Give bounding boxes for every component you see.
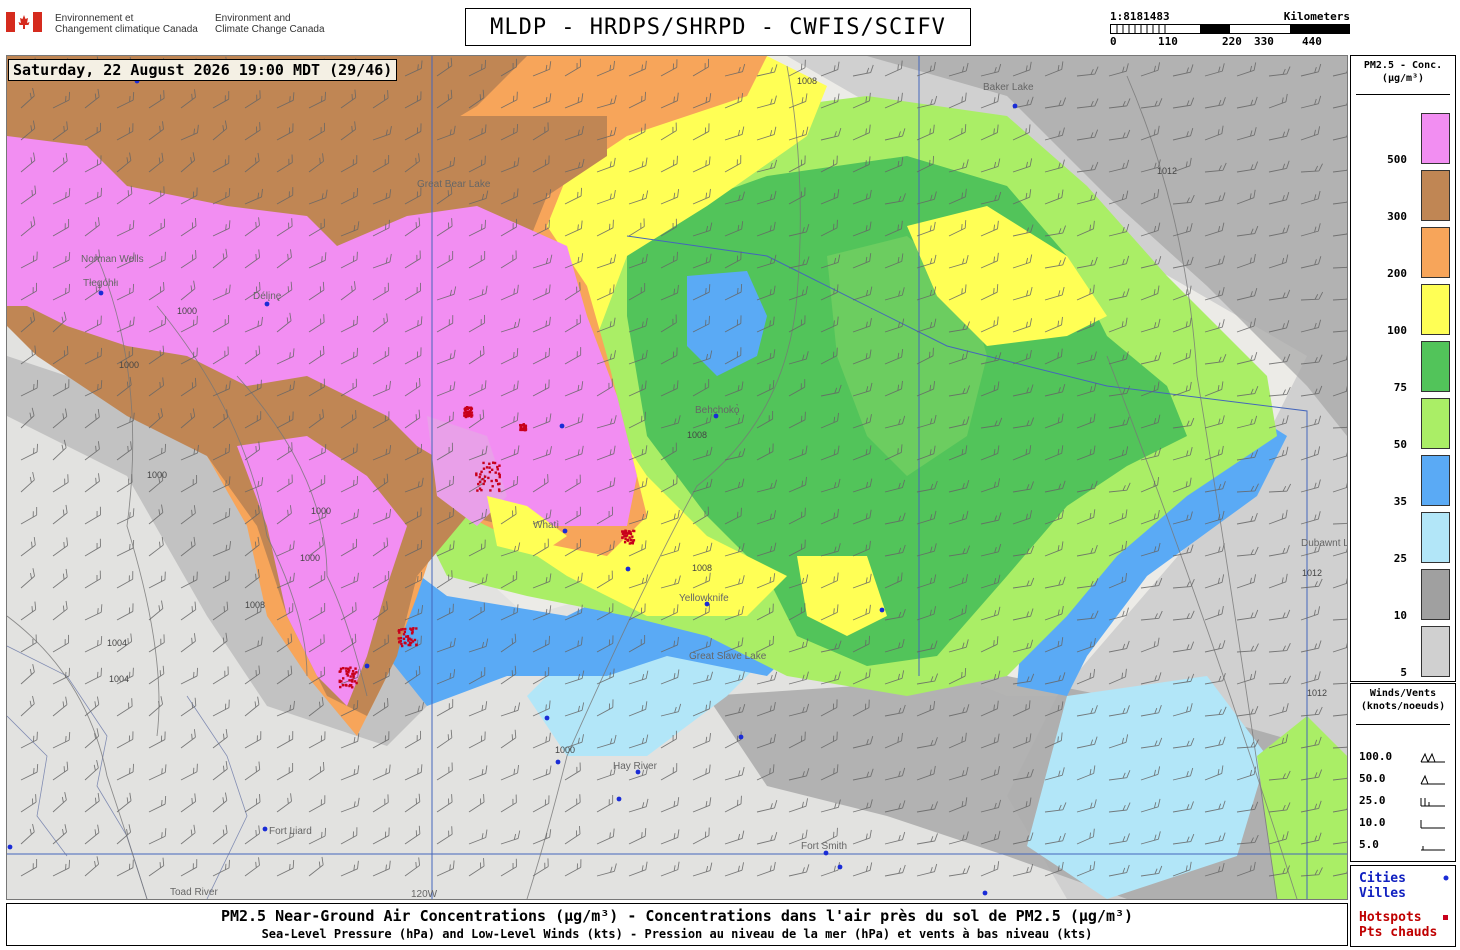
place-label-toad-river: Toad River [170, 887, 218, 898]
winds-legend-title: Winds/Vents (knots/noeuds) [1351, 687, 1455, 713]
winds-title-line2: (knots/noeuds) [1360, 701, 1446, 712]
wind-barb-5-icon [1421, 846, 1445, 851]
legend-title-line1: PM2.5 - Conc. [1363, 60, 1443, 71]
wind-speed-label: 5.0 [1359, 838, 1379, 851]
scale-tick: 330 [1254, 35, 1274, 48]
agency-fr-line1: Environnement et [55, 13, 134, 24]
legend-swatch [1421, 398, 1450, 449]
place-label-fort-smith: Fort Smith [801, 841, 847, 852]
cities-label-fr: Villes [1359, 886, 1406, 901]
hotspots-label-en: Hotspots [1359, 910, 1422, 925]
map-view[interactable]: 1000 1000 1000 1000 1000 1000 1004 1004 … [6, 55, 1348, 900]
place-label-behchoko: Behchokǫ̀ [695, 403, 740, 416]
map-canvas[interactable]: 1000 1000 1000 1000 1000 1000 1004 1004 … [7, 56, 1347, 899]
scale-bar: 1:8181483 Kilometers 0 110 220 330 440 [1110, 10, 1350, 50]
wind-speed-label: 50.0 [1359, 772, 1386, 785]
legend-swatch [1421, 170, 1450, 221]
scale-tick: 0 [1110, 35, 1117, 48]
agency-name-english: Environment and Climate Change Canada [215, 13, 325, 35]
hotspots-label: Hotspots Pts chauds [1359, 910, 1437, 940]
legend-title: PM2.5 - Conc. (µg/m³) [1351, 59, 1455, 85]
place-label-whati: Whatì [533, 520, 559, 531]
legend-swatch [1421, 341, 1450, 392]
legend-title-line2: (µg/m³) [1381, 73, 1425, 84]
wind-speed-label: 25.0 [1359, 794, 1386, 807]
isobar-label: 1008 [692, 563, 712, 573]
legend-tick-label: 500 [1387, 153, 1407, 166]
place-label-norman-wells: Norman Wells [81, 254, 144, 265]
scale-bar-graphic [1110, 24, 1350, 34]
place-label-baker-lake: Baker Lake [983, 82, 1034, 93]
legend-tick-label: 200 [1387, 267, 1407, 280]
wind-barb-100-icon [1420, 752, 1445, 763]
place-label-great-bear-lake: Great Bear Lake [417, 179, 491, 190]
place-label-meridian: 120W [411, 889, 438, 899]
wind-barb-10-icon [1420, 820, 1445, 829]
markers-legend: Cities Villes Hotspots Pts chauds [1350, 865, 1456, 947]
wind-speed-label: 10.0 [1359, 816, 1386, 829]
legend-swatch [1421, 626, 1450, 677]
legend-tick-label: 75 [1393, 381, 1407, 394]
isobar-label: 1000 [311, 506, 331, 516]
place-label-fort-liard: Fort Liard [269, 826, 312, 837]
isobar-label: 1000 [147, 470, 167, 480]
caption-line-pressure-winds: Sea-Level Pressure (hPa) and Low-Level W… [261, 927, 1093, 941]
isobar-label: 1012 [1307, 688, 1327, 698]
map-caption: PM2.5 Near-Ground Air Concentrations (µg… [6, 903, 1348, 946]
legend-tick-label: 300 [1387, 210, 1407, 223]
isobar-label: 1008 [797, 76, 817, 86]
legend-tick-label: 50 [1393, 438, 1407, 451]
concentration-legend: PM2.5 - Conc. (µg/m³) 500 300 200 100 75 50 35… [1350, 55, 1456, 682]
scale-ratio: 1:8181483 [1110, 10, 1170, 23]
legend-swatch [1421, 569, 1450, 620]
legend-tick-label: 25 [1393, 552, 1407, 565]
isobar-label: 1008 [245, 600, 265, 610]
isobar-label: 1012 [1157, 166, 1177, 176]
isobar-label: 1000 [177, 306, 197, 316]
place-label-tlegohli: Tłegóhłı [83, 278, 119, 289]
cities-label: Cities Villes [1359, 871, 1406, 901]
legend-swatch [1421, 113, 1450, 164]
winds-divider [1356, 724, 1450, 725]
legend-tick-label: 35 [1393, 495, 1407, 508]
isobar-label: 1000 [555, 745, 575, 755]
isobar-label: 1012 [1302, 568, 1322, 578]
legend-tick-label: 100 [1387, 324, 1407, 337]
caption-line-concentration: PM2.5 Near-Ground Air Concentrations (µg… [220, 907, 1134, 925]
scale-unit: Kilometers [1283, 10, 1350, 23]
place-label-dubawnt-lake: Dubawnt Lake [1301, 538, 1347, 549]
scale-tick: 440 [1302, 35, 1322, 48]
agency-fr-line2: Changement climatique Canada [55, 24, 198, 35]
isobar-label: 1000 [300, 553, 320, 563]
wind-barb-25-icon [1420, 798, 1445, 807]
hotspots-label-fr: Pts chauds [1359, 925, 1438, 940]
legend-swatch [1421, 512, 1450, 563]
canada-flag-logo [6, 12, 42, 32]
forecast-timestamp: Saturday, 22 August 2026 19:00 MDT (29/4… [8, 59, 398, 81]
legend-swatch [1421, 227, 1450, 278]
isobar-label: 1008 [687, 430, 707, 440]
hotspot-square-icon [1443, 915, 1448, 920]
legend-tick-label: 5 [1400, 666, 1407, 679]
legend-tick-label: 10 [1393, 609, 1407, 622]
agency-en-line1: Environment and [215, 13, 291, 24]
agency-en-line2: Climate Change Canada [215, 24, 325, 35]
legend-swatch [1421, 455, 1450, 506]
cities-label-en: Cities [1359, 871, 1406, 886]
legend-swatch [1421, 284, 1450, 335]
place-label-great-slave-lake: Great Slave Lake [689, 651, 767, 662]
city-dot-icon [1443, 875, 1449, 881]
place-label-deline: Délįnę [253, 291, 282, 302]
winds-legend: Winds/Vents (knots/noeuds) 100.0 50.0 25… [1350, 683, 1456, 862]
agency-name-french: Environnement et Changement climatique C… [55, 13, 198, 35]
product-title: MLDP - HRDPS/SHRPD - CWFIS/SCIFV [465, 8, 971, 46]
scale-tick: 110 [1158, 35, 1178, 48]
winds-title-line1: Winds/Vents [1369, 688, 1437, 699]
wind-barb-50-icon [1420, 774, 1445, 785]
place-label-hay-river: Hay River [613, 761, 658, 772]
wind-speed-label: 100.0 [1359, 750, 1393, 763]
scale-tick: 220 [1222, 35, 1242, 48]
place-label-yellowknife: Yellowknife [679, 593, 729, 604]
legend-divider [1356, 94, 1450, 95]
